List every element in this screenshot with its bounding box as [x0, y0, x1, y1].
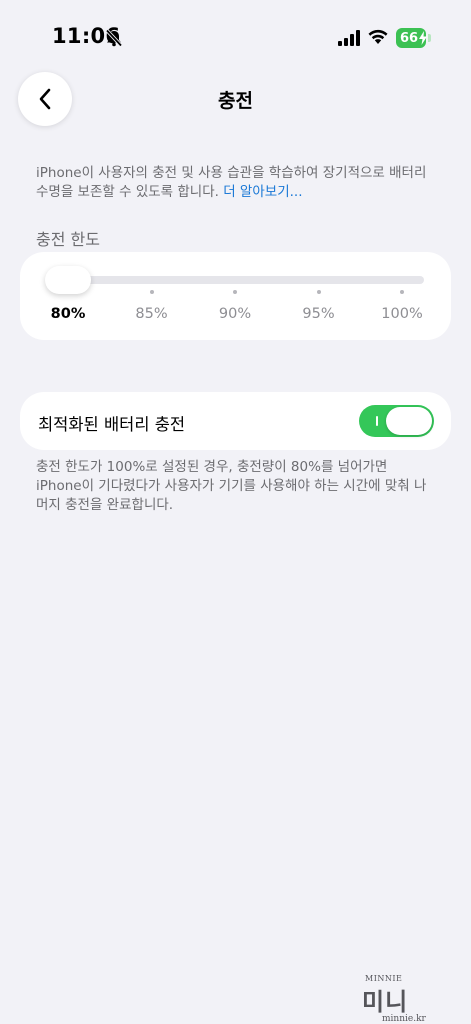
battery-tip — [428, 34, 431, 42]
toggle-on-indicator — [376, 416, 378, 426]
optimized-charging-label: 최적화된 배터리 충전 — [38, 415, 186, 434]
charge-limit-slider-thumb[interactable] — [45, 266, 91, 294]
charge-limit-card — [20, 252, 451, 340]
charge-limit-option-label[interactable]: 95% — [289, 306, 349, 322]
watermark-logo: MINNIE 미니 minnie.kr — [362, 974, 442, 1024]
charge-limit-tick — [233, 290, 237, 294]
charge-limit-option-label[interactable]: 90% — [205, 306, 265, 322]
learn-more-link[interactable]: 더 알아보기... — [223, 184, 302, 200]
charge-limit-option-label[interactable]: 80% — [38, 306, 98, 322]
optimized-charging-toggle[interactable] — [359, 405, 434, 437]
wifi-icon — [368, 29, 388, 44]
bell-slash-icon — [105, 29, 123, 47]
charging-description: iPhone이 사용자의 충전 및 사용 습관을 학습하여 장기적으로 배터리 … — [36, 164, 436, 202]
cellular-signal-icon — [338, 30, 360, 46]
optimized-charging-footnote: 충전 한도가 100%로 설정된 경우, 충전량이 80%를 넘어가면 iPho… — [36, 459, 427, 513]
watermark-bottom: minnie.kr — [382, 1014, 426, 1024]
battery-charging-icon: 66 — [396, 28, 432, 48]
charge-limit-label: 충전 한도 — [36, 230, 100, 249]
watermark-middle: 미니 — [362, 987, 409, 1016]
charge-limit-tick — [316, 290, 321, 294]
charge-limit-tick — [149, 290, 154, 294]
charging-bolt-icon — [419, 31, 427, 45]
charge-limit-option-label[interactable]: 85% — [122, 306, 182, 322]
status-bar: 11:06 66 — [0, 0, 471, 70]
charge-limit-option-label[interactable]: 100% — [372, 306, 432, 322]
toggle-knob — [386, 407, 432, 435]
charge-limit-tick — [400, 290, 404, 294]
charge-limit-track[interactable] — [46, 276, 424, 284]
page-title: 충전 — [218, 90, 253, 112]
battery-percentage: 66 — [400, 30, 419, 46]
